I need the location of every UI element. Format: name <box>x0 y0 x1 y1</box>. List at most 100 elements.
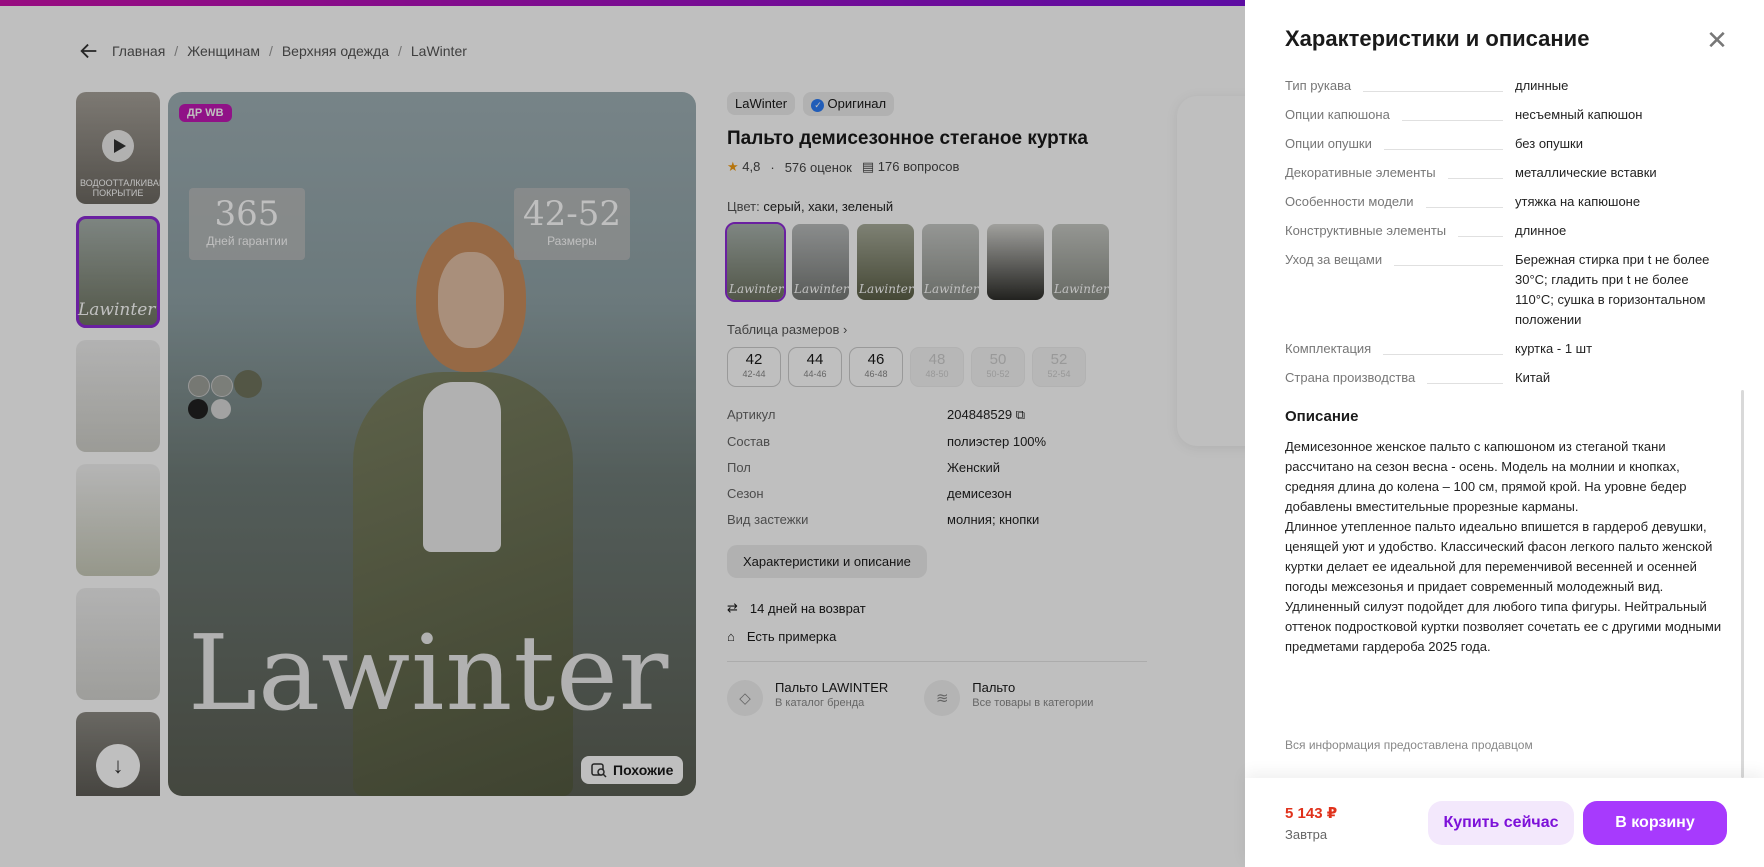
color-label: Цвет: <box>727 199 760 214</box>
category-link[interactable]: ≋ Пальто Все товары в категории <box>924 680 1093 716</box>
arrow-down-icon: ↓ <box>112 753 124 778</box>
color-swatch <box>188 399 208 419</box>
brand-catalog-link[interactable]: ◇ Пальто LAWINTER В каталог бренда <box>727 680 888 716</box>
color-option[interactable]: Lawinter <box>922 224 979 300</box>
property-row: Особенности модели утяжка на капюшоне <box>1285 194 1641 209</box>
brand-card-sub: В каталог бренда <box>775 697 865 709</box>
original-pill: ✓ Оригинал <box>803 92 895 116</box>
brand-watermark: Lawinter <box>188 612 670 734</box>
spec-value: Женский <box>947 460 1000 475</box>
perk-label: 14 дней на возврат <box>749 600 866 616</box>
video-thumbnail[interactable]: ВОДООТТАЛКИВАЮЩЕЕ ПОКРЫТИЕ <box>76 92 160 204</box>
color-option[interactable]: Lawinter <box>1052 224 1109 300</box>
model-shirt <box>423 382 501 552</box>
spec-row: Пол Женский <box>727 460 1147 475</box>
scroll-down-button[interactable]: ↓ <box>96 744 140 788</box>
delivery-date: Завтра <box>1285 827 1328 842</box>
size-selector: 42 42-44 44 44-46 46 46-48 48 48-50 50 50-52 … <box>727 347 1147 387</box>
size-table-label: Таблица размеров <box>727 322 840 337</box>
property-row: Опции опушки без опушки <box>1285 136 1583 151</box>
similar-button[interactable]: Похожие <box>581 756 684 784</box>
panel-title: Характеристики и описание <box>1285 26 1590 51</box>
reviews-count[interactable]: 576 оценок <box>785 160 852 175</box>
perk-label: Есть примерка <box>746 629 837 644</box>
spec-value: полиэстер 100% <box>947 434 1047 449</box>
color-option[interactable]: Lawinter <box>792 224 849 300</box>
description-text: Демисезонное женское пальто с капюшоном … <box>1285 437 1725 657</box>
size-option[interactable]: 44 44-46 <box>788 347 842 387</box>
option-brand: Lawinter <box>1054 282 1109 296</box>
separator-dot: · <box>770 159 775 175</box>
breadcrumb-item[interactable]: LaWinter <box>411 43 467 59</box>
add-to-cart-button[interactable]: В корзину <box>1583 801 1727 845</box>
breadcrumb-item[interactable]: Главная <box>112 43 165 59</box>
layers-icon: ≋ <box>924 680 961 716</box>
buy-now-button[interactable]: Купить сейчас <box>1428 801 1574 845</box>
rating-row[interactable]: ★ 4,8 · 576 оценок ▤ 176 вопросов <box>727 159 1147 175</box>
return-icon: ⇄ <box>727 600 738 615</box>
panel-footer: 5 143 ₽ Завтра Купить сейчас В корзину <box>1245 778 1764 867</box>
model-face <box>438 252 504 348</box>
spec-value: молния; кнопки <box>947 512 1040 527</box>
sizes-box: 42-52 Размеры <box>514 188 630 260</box>
original-label: Оригинал <box>827 96 887 111</box>
spec-key: Пол <box>727 460 751 475</box>
verified-icon: ✓ <box>811 99 825 112</box>
option-brand: Lawinter <box>924 282 979 296</box>
article-value[interactable]: 204848529 ⧉ <box>947 407 1025 423</box>
description-title: Описание <box>1285 408 1359 425</box>
category-card-sub: Все товары в категории <box>972 697 1094 709</box>
star-icon: ★ <box>727 159 739 174</box>
copy-icon[interactable]: ⧉ <box>1016 407 1025 422</box>
details-button[interactable]: Характеристики и описание <box>727 545 927 578</box>
option-brand: Lawinter <box>729 282 784 296</box>
hanger-icon: ⌂ <box>727 629 735 644</box>
main-product-image[interactable]: ДР WB 365 Дней гарантии 42-52 Размеры La… <box>168 92 696 796</box>
play-icon <box>102 130 134 162</box>
color-option[interactable]: Lawinter <box>725 222 786 302</box>
gallery-thumbnail[interactable] <box>76 588 160 700</box>
product-info: LaWinter ✓ Оригинал Пальто демисезонное с… <box>725 92 1147 716</box>
gallery-thumbnail[interactable] <box>76 340 160 452</box>
property-row: Опции капюшона несъемный капюшон <box>1285 107 1643 122</box>
breadcrumb-item[interactable]: Верхняя одежда <box>282 43 389 59</box>
spec-list: Артикул 204848529 ⧉ Состав полиэстер 100% … <box>727 407 1147 527</box>
gallery-thumbnail[interactable] <box>76 464 160 576</box>
properties-list: Тип рукава длинные Опции капюшона несъемны… <box>1285 76 1725 766</box>
rating-value: 4,8 <box>742 159 761 174</box>
size-table-link[interactable]: Таблица размеров › <box>727 322 1147 337</box>
brand-pill[interactable]: LaWinter <box>727 92 796 115</box>
panel-scrollbar[interactable] <box>1741 390 1744 778</box>
questions-count[interactable]: 176 вопросов <box>878 159 960 174</box>
breadcrumb-item[interactable]: Женщинам <box>187 43 260 59</box>
color-option[interactable] <box>987 224 1044 300</box>
spec-row: Состав полиэстер 100% <box>727 434 1147 449</box>
spec-value: демисезон <box>947 486 1012 501</box>
spec-row: Артикул 204848529 ⧉ <box>727 407 1147 423</box>
color-swatch <box>211 399 231 419</box>
property-row: Страна производства Китай <box>1285 370 1551 385</box>
gallery-thumbnail[interactable]: Lawinter <box>76 216 160 328</box>
size-option[interactable]: 42 42-44 <box>727 347 781 387</box>
description-paragraph: Длинное утепленное пальто идеально впише… <box>1285 519 1713 594</box>
promo-badge: ДР WB <box>179 104 232 122</box>
spec-key: Сезон <box>727 486 764 501</box>
property-row: Тип рукава длинные <box>1285 78 1569 93</box>
size-option-unavailable: 50 50-52 <box>971 347 1025 387</box>
color-option[interactable]: Lawinter <box>857 224 914 300</box>
sizes-number: 42-52 <box>522 194 621 234</box>
spec-key: Состав <box>727 434 771 449</box>
size-option[interactable]: 46 46-48 <box>849 347 903 387</box>
size-option-unavailable: 52 52-54 <box>1032 347 1086 387</box>
color-options: Lawinter Lawinter Lawinter Lawinter Lawi… <box>725 222 1147 302</box>
details-panel: Характеристики и описание ✕ Тип рукава дл… <box>1245 0 1764 867</box>
thumb-brand: Lawinter <box>78 300 156 320</box>
product-page: Главная / Женщинам / Верхняя одежда / LaWin… <box>0 6 1307 867</box>
search-image-icon <box>591 763 607 778</box>
description-paragraph: Демисезонное женское пальто с капюшоном … <box>1285 439 1687 514</box>
back-arrow-icon[interactable] <box>78 40 100 62</box>
divider <box>727 661 1147 662</box>
description-paragraph: Удлиненный силуэт подойдет для любого ти… <box>1285 599 1722 654</box>
close-icon[interactable]: ✕ <box>1705 27 1729 53</box>
option-brand: Lawinter <box>794 282 849 296</box>
